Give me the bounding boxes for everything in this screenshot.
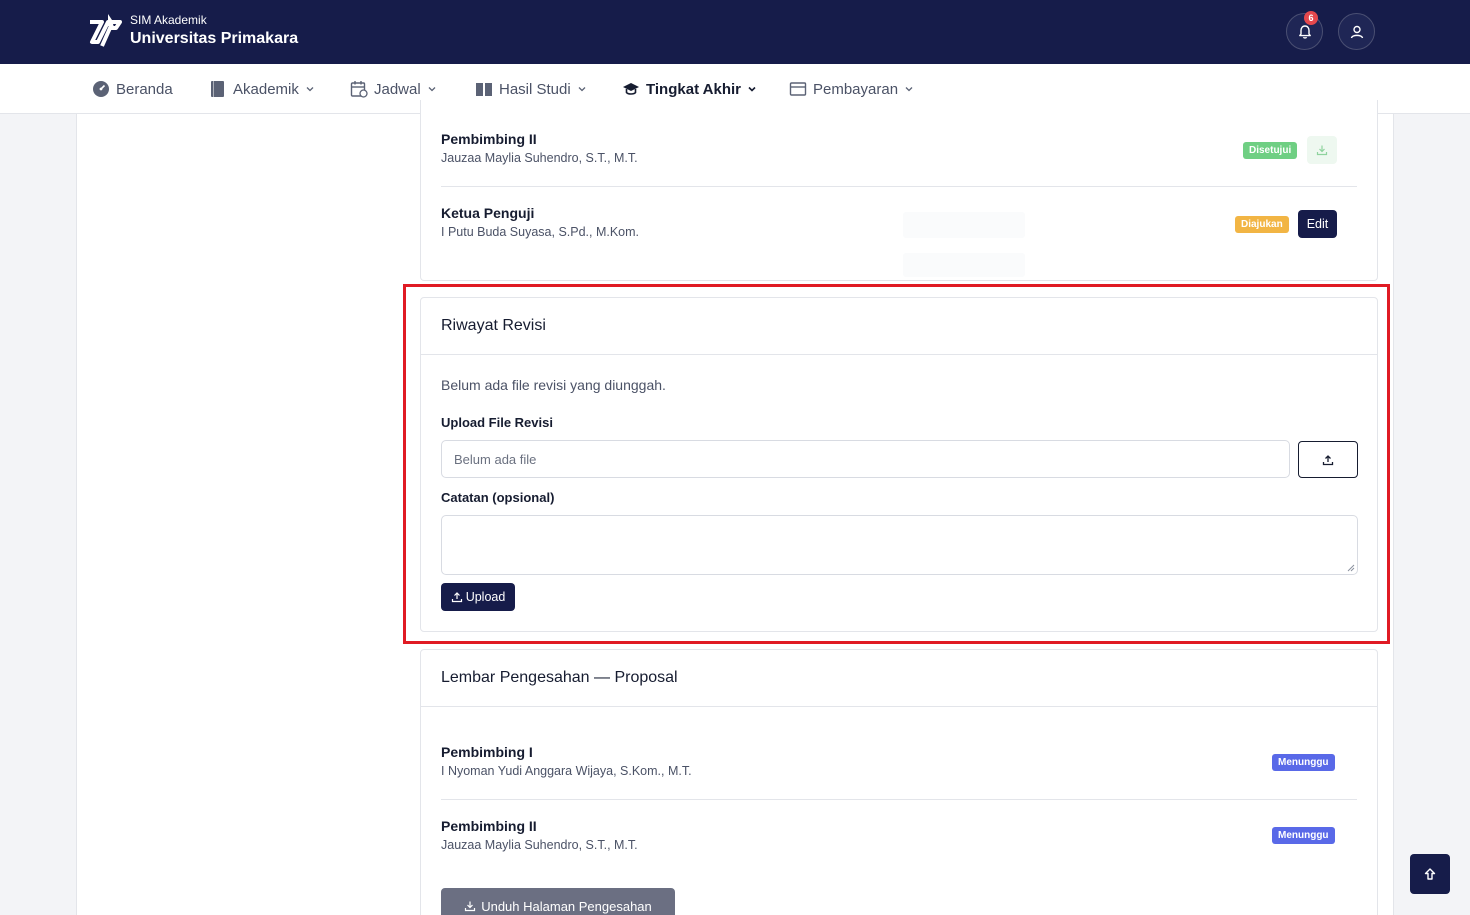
upload-icon	[1322, 454, 1334, 465]
choose-file-button[interactable]	[1298, 441, 1358, 478]
user-menu-button[interactable]	[1338, 13, 1375, 50]
row-divider	[441, 186, 1357, 187]
status-badge: Menunggu	[1272, 827, 1335, 844]
nav-beranda[interactable]: Beranda	[92, 64, 173, 114]
approver-row: Pembimbing II Jauzaa Maylia Suhendro, S.…	[441, 818, 1357, 852]
file-field-label: Upload File Revisi	[441, 415, 553, 430]
role-title: Pembimbing II	[441, 818, 537, 834]
download-button[interactable]	[1307, 136, 1337, 164]
chevron-down-icon	[428, 87, 436, 92]
chevron-down-icon	[748, 86, 756, 92]
status-badge: Menunggu	[1272, 754, 1335, 771]
role-title: Ketua Penguji	[441, 205, 535, 221]
book-icon	[211, 81, 224, 97]
graduation-cap-icon	[623, 83, 639, 95]
open-book-icon	[476, 83, 492, 96]
card-title: Riwayat Revisi	[421, 298, 1377, 355]
file-placeholder: Belum ada file	[454, 451, 537, 467]
app-title: Universitas Primakara	[130, 29, 299, 47]
empty-revision-message: Belum ada file revisi yang diunggah.	[441, 377, 666, 393]
download-icon	[1316, 145, 1328, 156]
resize-handle-icon[interactable]	[1347, 564, 1355, 572]
top-header: SIM Akademik Universitas Primakara 6	[0, 0, 1470, 64]
row-divider	[441, 799, 1357, 800]
nav-label: Jadwal	[374, 80, 421, 98]
edit-button[interactable]: Edit	[1298, 210, 1337, 238]
approval-sheet-card: Lembar Pengesahan — Proposal Pembimbing …	[420, 649, 1378, 915]
approver-row: Pembimbing I I Nyoman Yudi Anggara Wijay…	[441, 744, 1357, 778]
lecturer-name: Jauzaa Maylia Suhendro, S.T., M.T.	[441, 838, 638, 852]
nav-label: Beranda	[116, 80, 173, 98]
revision-history-card: Riwayat Revisi Belum ada file revisi yan…	[420, 297, 1378, 632]
app-subtitle: SIM Akademik	[130, 12, 207, 27]
nav-akademik[interactable]: Akademik	[209, 64, 315, 114]
notes-textarea[interactable]	[441, 515, 1358, 575]
placeholder-block	[903, 212, 1025, 238]
download-icon	[465, 901, 476, 912]
bell-icon	[1298, 24, 1311, 39]
user-icon	[1350, 25, 1363, 38]
placeholder-block	[903, 253, 1025, 277]
scroll-to-top-button[interactable]	[1410, 854, 1450, 894]
revision-file-input[interactable]: Belum ada file	[441, 440, 1290, 478]
upload-button[interactable]: Upload	[441, 583, 515, 611]
upload-icon	[451, 592, 462, 603]
download-approval-button[interactable]: Unduh Halaman Pengesahan	[441, 888, 675, 915]
chevron-down-icon	[905, 87, 913, 92]
download-label: Unduh Halaman Pengesahan	[481, 898, 652, 914]
notes-field-label: Catatan (opsional)	[441, 490, 555, 505]
card-title: Lembar Pengesahan — Proposal	[421, 650, 1377, 707]
chevron-down-icon	[578, 87, 586, 92]
chevron-down-icon	[306, 87, 314, 92]
nav-label: Tingkat Akhir	[646, 80, 742, 98]
nav-label: Akademik	[233, 80, 299, 98]
status-badge: Diajukan	[1235, 216, 1289, 233]
status-badge: Disetujui	[1243, 142, 1298, 159]
role-title: Pembimbing II	[441, 131, 537, 147]
examiner-row: Pembimbing II Jauzaa Maylia Suhendro, S.…	[441, 131, 1357, 165]
nav-label: Pembayaran	[813, 80, 899, 98]
wallet-icon	[789, 82, 807, 96]
lecturer-name: I Putu Buda Suyasa, S.Pd., M.Kom.	[441, 225, 640, 239]
dashboard-icon	[93, 81, 109, 97]
brand[interactable]: SIM Akademik Universitas Primakara	[86, 10, 298, 50]
upload-label: Upload	[465, 590, 506, 604]
role-title: Pembimbing I	[441, 744, 533, 760]
arrow-up-icon	[1424, 868, 1436, 880]
lecturer-name: I Nyoman Yudi Anggara Wijaya, S.Kom., M.…	[441, 764, 692, 778]
notification-count-badge: 6	[1304, 11, 1318, 25]
notifications-button[interactable]: 6	[1286, 11, 1323, 50]
lecturer-name: Jauzaa Maylia Suhendro, S.T., M.T.	[441, 151, 638, 165]
nav-label: Hasil Studi	[499, 80, 571, 98]
examiner-list-card: Pembimbing II Jauzaa Maylia Suhendro, S.…	[420, 100, 1378, 281]
university-logo-icon	[90, 14, 122, 47]
examiner-row: Ketua Penguji I Putu Buda Suyasa, S.Pd.,…	[441, 205, 1357, 239]
calendar-icon	[350, 81, 368, 98]
